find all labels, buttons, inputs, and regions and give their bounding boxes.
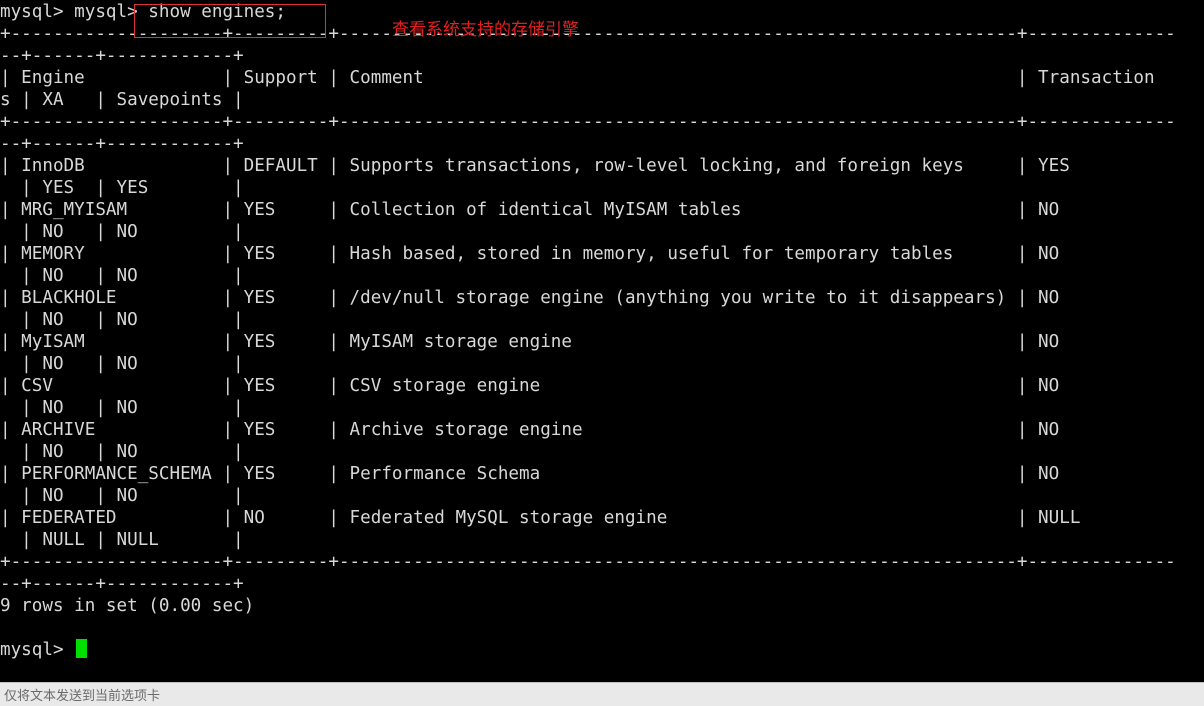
- terminal-line: | Engine | Support | Comment | Transacti…: [0, 68, 1155, 88]
- terminal-line: 9 rows in set (0.00 sec): [0, 596, 255, 616]
- terminal-line: | MyISAM | YES | MyISAM storage engine |…: [0, 332, 1060, 352]
- terminal-line: | NO | NO |: [0, 398, 244, 418]
- terminal-line: +--------------------+---------+--------…: [0, 112, 1176, 132]
- terminal-line: | ARCHIVE | YES | Archive storage engine…: [0, 420, 1060, 440]
- terminal-line: mysql>: [0, 640, 75, 660]
- status-bar-text: 仅将文本发送到当前选项卡: [4, 689, 161, 704]
- terminal-line: | NO | NO |: [0, 354, 244, 374]
- terminal-line: mysql> mysql> show engines;: [0, 2, 286, 22]
- terminal-window: mysql> mysql> show engines; +------------…: [0, 0, 1204, 706]
- terminal-line: | MRG_MYISAM | YES | Collection of ident…: [0, 200, 1060, 220]
- terminal-line: | InnoDB | DEFAULT | Supports transactio…: [0, 156, 1070, 176]
- terminal-line: +--------------------+---------+--------…: [0, 552, 1176, 572]
- terminal-line: | BLACKHOLE | YES | /dev/null storage en…: [0, 288, 1060, 308]
- terminal-line: | NO | NO |: [0, 310, 244, 330]
- terminal-line: | FEDERATED | NO | Federated MySQL stora…: [0, 508, 1081, 528]
- terminal-line: --+------+------------+: [0, 134, 244, 154]
- terminal-text-buffer: mysql> mysql> show engines; +------------…: [0, 1, 1176, 661]
- terminal-line: | PERFORMANCE_SCHEMA | YES | Performance…: [0, 464, 1060, 484]
- terminal-line: | NO | NO |: [0, 266, 244, 286]
- terminal-line: | NO | NO |: [0, 442, 244, 462]
- terminal-output-area[interactable]: mysql> mysql> show engines; +------------…: [0, 0, 1204, 682]
- terminal-line: --+------+------------+: [0, 46, 244, 66]
- status-bar: 仅将文本发送到当前选项卡: [0, 682, 1204, 706]
- terminal-cursor: [76, 639, 87, 658]
- terminal-line: | NO | NO |: [0, 222, 244, 242]
- terminal-line: --+------+------------+: [0, 574, 244, 594]
- terminal-line: | MEMORY | YES | Hash based, stored in m…: [0, 244, 1060, 264]
- terminal-line: +--------------------+---------+--------…: [0, 24, 1176, 44]
- terminal-line: s | XA | Savepoints |: [0, 90, 244, 110]
- terminal-line: | NO | NO |: [0, 486, 244, 506]
- terminal-line: | CSV | YES | CSV storage engine | NO: [0, 376, 1060, 396]
- terminal-line: | NULL | NULL |: [0, 530, 244, 550]
- terminal-line: | YES | YES |: [0, 178, 244, 198]
